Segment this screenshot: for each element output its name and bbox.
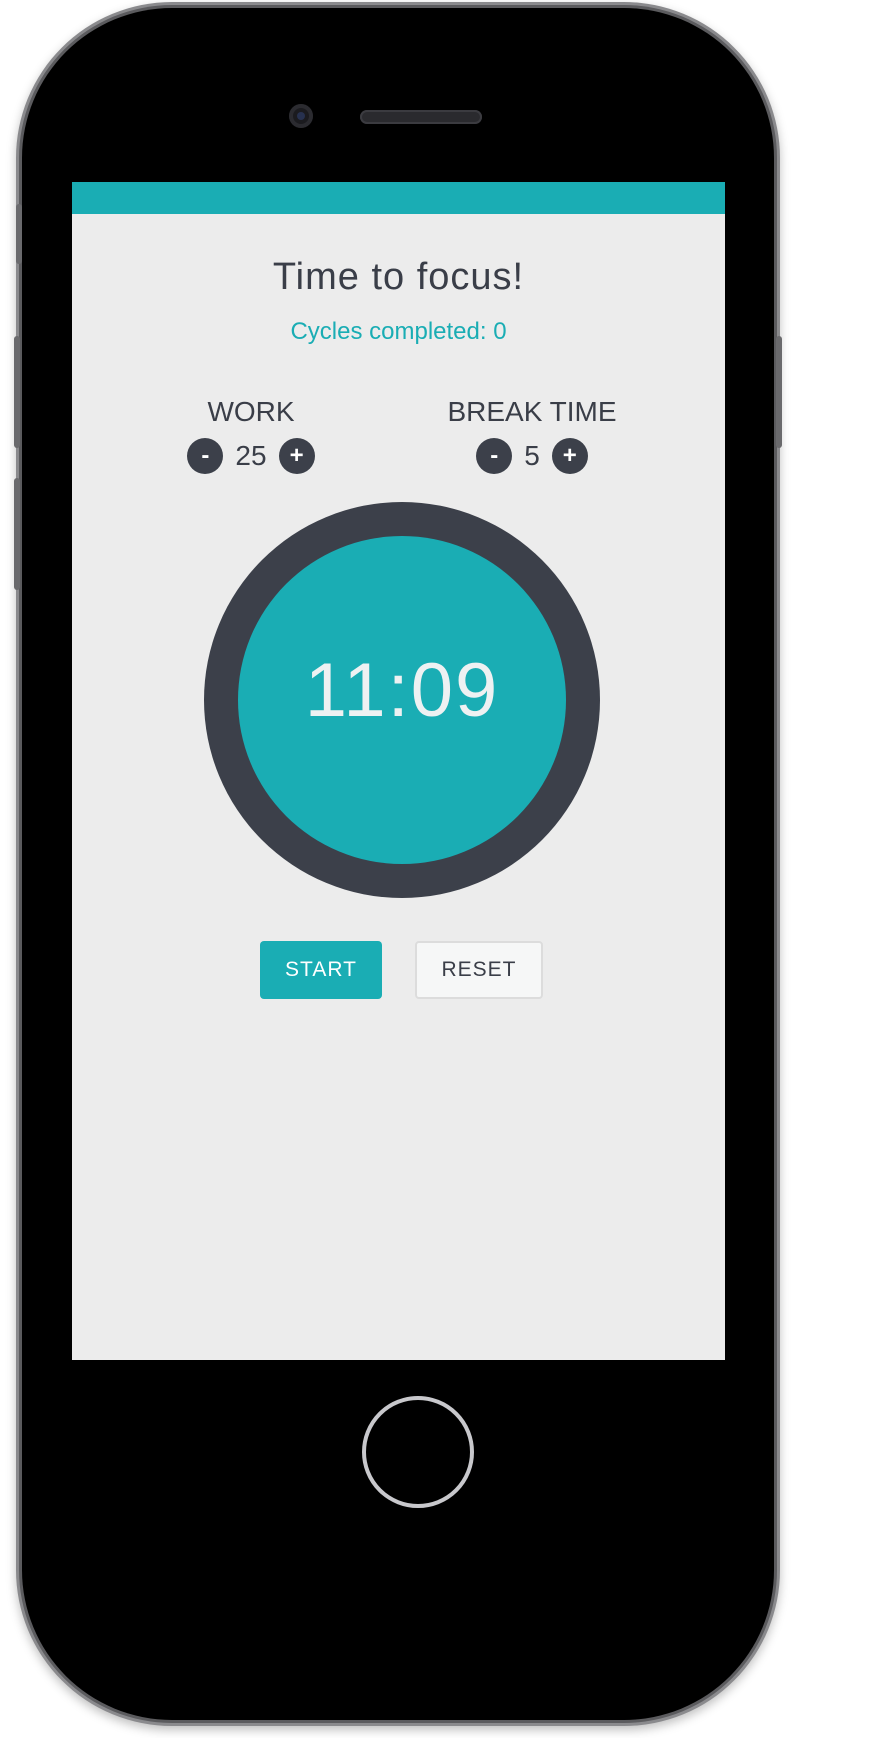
volume-up-button	[14, 336, 20, 448]
app-screen: Time to focus! Cycles completed: 0 WORK …	[72, 182, 725, 1360]
work-value: 25	[235, 440, 267, 471]
work-controls: - 25 +	[186, 438, 316, 474]
camera-icon	[289, 104, 313, 128]
page-title: Time to focus!	[272, 256, 525, 298]
break-value: 5	[524, 440, 540, 471]
break-increment-button[interactable]: +	[551, 438, 588, 474]
timer-ring: 11:09	[204, 502, 600, 898]
volume-down-button	[14, 478, 20, 590]
timer-face: 11:09	[238, 536, 566, 864]
break-label: BREAK TIME	[447, 396, 617, 427]
cycles-completed: Cycles completed: 0	[290, 318, 507, 345]
mute-switch	[16, 204, 22, 264]
work-label: WORK	[207, 396, 295, 427]
speaker-grille	[360, 110, 482, 124]
break-setting: BREAK TIME - 5 +	[442, 392, 622, 474]
work-increment-button[interactable]: +	[278, 438, 315, 474]
timer-display: 11:09	[304, 647, 500, 733]
work-decrement-button[interactable]: -	[187, 438, 224, 474]
work-setting: WORK - 25 +	[186, 392, 316, 474]
reset-button[interactable]: RESET	[415, 941, 543, 999]
top-bar	[72, 182, 725, 214]
break-decrement-button[interactable]: -	[476, 438, 513, 474]
power-button	[776, 336, 782, 448]
home-button[interactable]	[362, 1396, 474, 1508]
start-button[interactable]: START	[260, 941, 382, 999]
break-controls: - 5 +	[442, 438, 622, 474]
